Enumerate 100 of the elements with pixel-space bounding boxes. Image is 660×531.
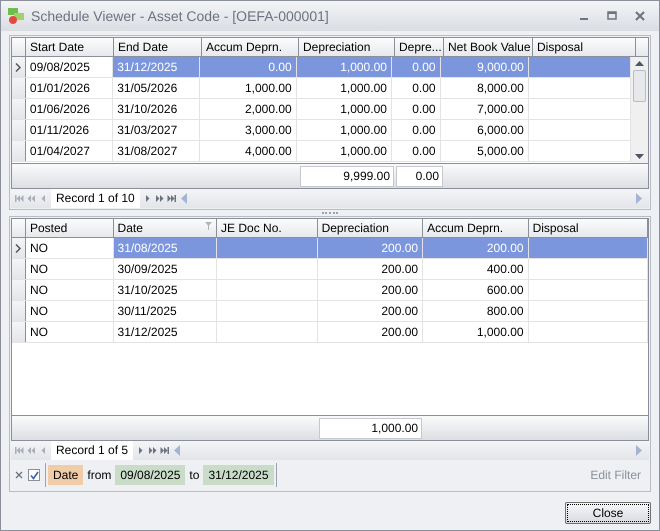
table-cell: 0.00 — [392, 99, 441, 119]
table-cell: 5,000.00 — [440, 141, 529, 161]
filter-checkbox[interactable] — [28, 469, 40, 481]
table-cell: 7,000.00 — [440, 99, 529, 119]
column-header[interactable]: Date — [114, 219, 218, 237]
table-cell: 01/01/2026 — [26, 78, 114, 98]
column-header[interactable]: Start Date — [26, 38, 114, 56]
table-cell: 1,000.00 — [296, 99, 392, 119]
scroll-left-icon[interactable] — [180, 193, 188, 204]
table-cell: NO — [26, 259, 114, 279]
app-icon — [7, 7, 25, 25]
close-button[interactable]: Close — [565, 502, 651, 524]
filter-icon[interactable] — [205, 222, 212, 230]
table-cell: 0.00 — [200, 57, 297, 77]
column-header[interactable]: Posted — [26, 219, 114, 237]
column-header[interactable]: Disposal — [533, 38, 636, 56]
row-indicator[interactable] — [12, 78, 26, 98]
column-header[interactable]: Accum Deprn. — [202, 38, 299, 56]
table-cell: 31/10/2026 — [113, 99, 200, 119]
row-indicator[interactable] — [12, 259, 26, 279]
table-cell: 8,000.00 — [440, 78, 529, 98]
previous-page-icon[interactable] — [26, 194, 36, 203]
table-cell: 31/03/2027 — [113, 120, 200, 140]
vertical-scrollbar[interactable] — [631, 57, 648, 163]
scroll-left-icon[interactable] — [173, 445, 182, 456]
table-cell: 01/06/2026 — [26, 99, 114, 119]
table-cell: 31/05/2026 — [113, 78, 200, 98]
table-cell: 200.00 — [318, 238, 424, 258]
table-cell: 1,000.00 — [200, 78, 297, 98]
table-cell: NO — [26, 301, 114, 321]
table-cell: 01/11/2026 — [26, 120, 114, 140]
row-indicator[interactable] — [12, 141, 26, 161]
table-cell: 400.00 — [423, 259, 529, 279]
column-header[interactable]: Depreciation — [299, 38, 395, 56]
table-cell: 200.00 — [318, 322, 424, 342]
table-cell: 1,000.00 — [296, 120, 392, 140]
table-cell: 200.00 — [318, 259, 424, 279]
table-cell: 0.00 — [392, 78, 441, 98]
table-cell: 3,000.00 — [200, 120, 297, 140]
close-icon[interactable] — [635, 11, 645, 21]
row-indicator[interactable] — [12, 99, 26, 119]
table-cell: 31/08/2027 — [113, 141, 200, 161]
record-counter: Record 1 of 10 — [51, 189, 140, 208]
table-cell: 30/11/2025 — [114, 301, 218, 321]
row-indicator[interactable] — [12, 322, 26, 342]
first-record-icon[interactable] — [14, 194, 24, 203]
scroll-thumb[interactable] — [633, 70, 646, 102]
table-cell: 600.00 — [423, 280, 529, 300]
window-title: Schedule Viewer - Asset Code - [OEFA-000001] — [31, 6, 329, 26]
table-cell: 200.00 — [318, 280, 424, 300]
first-record-icon[interactable] — [14, 446, 24, 455]
table-cell: 4,000.00 — [200, 141, 297, 161]
column-header[interactable]: Depreciation — [318, 219, 424, 237]
table-cell: 2,000.00 — [200, 99, 297, 119]
operator-label[interactable]: from — [87, 466, 112, 484]
row-indicator[interactable] — [12, 238, 26, 258]
filter-value[interactable]: 31/12/2025 — [203, 465, 274, 485]
table-cell: 1,000.00 — [296, 57, 392, 77]
table-cell: 800.00 — [423, 301, 529, 321]
clear-filter-icon[interactable] — [15, 471, 23, 479]
next-page-icon[interactable] — [148, 446, 158, 455]
row-indicator[interactable] — [12, 57, 26, 77]
table-cell: 0.00 — [392, 57, 441, 77]
scroll-right-icon[interactable] — [635, 445, 643, 456]
last-record-icon[interactable] — [160, 446, 170, 455]
previous-page-icon[interactable] — [26, 446, 36, 455]
scroll-right-icon[interactable] — [635, 193, 643, 204]
maximize-icon[interactable] — [607, 11, 617, 21]
table-cell: 01/04/2027 — [26, 141, 114, 161]
next-page-icon[interactable] — [154, 194, 165, 203]
column-header[interactable]: Disposal — [528, 219, 648, 237]
filter-value[interactable]: 09/08/2025 — [115, 465, 186, 485]
current-row-icon — [15, 244, 22, 252]
column-header[interactable]: Accum Deprn. — [423, 219, 529, 237]
scroll-up-icon[interactable] — [635, 61, 644, 66]
table-cell: NO — [26, 280, 114, 300]
record-counter: Record 1 of 5 — [51, 441, 134, 460]
row-indicator[interactable] — [12, 280, 26, 300]
table-cell: NO — [26, 322, 114, 342]
table-cell: 31/12/2025 — [113, 57, 200, 77]
table-cell: 31/12/2025 — [114, 322, 218, 342]
summary-cell: 1,000.00 — [318, 418, 422, 438]
filter-field[interactable]: Date — [48, 465, 84, 485]
table-cell: 0.00 — [392, 141, 441, 161]
current-row-icon — [15, 62, 22, 72]
column-header[interactable]: JE Doc No. — [217, 219, 318, 237]
table-cell: 6,000.00 — [440, 120, 529, 140]
column-header[interactable]: Net Book Value — [444, 38, 533, 56]
scroll-down-icon[interactable] — [635, 154, 644, 159]
row-indicator[interactable] — [12, 120, 26, 140]
column-header[interactable]: End Date — [114, 38, 202, 56]
table-cell: 31/08/2025 — [114, 238, 218, 258]
operator-label[interactable]: to — [189, 466, 200, 484]
table-cell: 0.00 — [392, 120, 441, 140]
last-record-icon[interactable] — [166, 194, 177, 203]
row-indicator[interactable] — [12, 301, 26, 321]
table-cell: 31/10/2025 — [114, 280, 218, 300]
column-header[interactable]: Depre... — [395, 38, 444, 56]
table-cell: 1,000.00 — [296, 141, 392, 161]
table-cell: 1,000.00 — [423, 322, 529, 342]
